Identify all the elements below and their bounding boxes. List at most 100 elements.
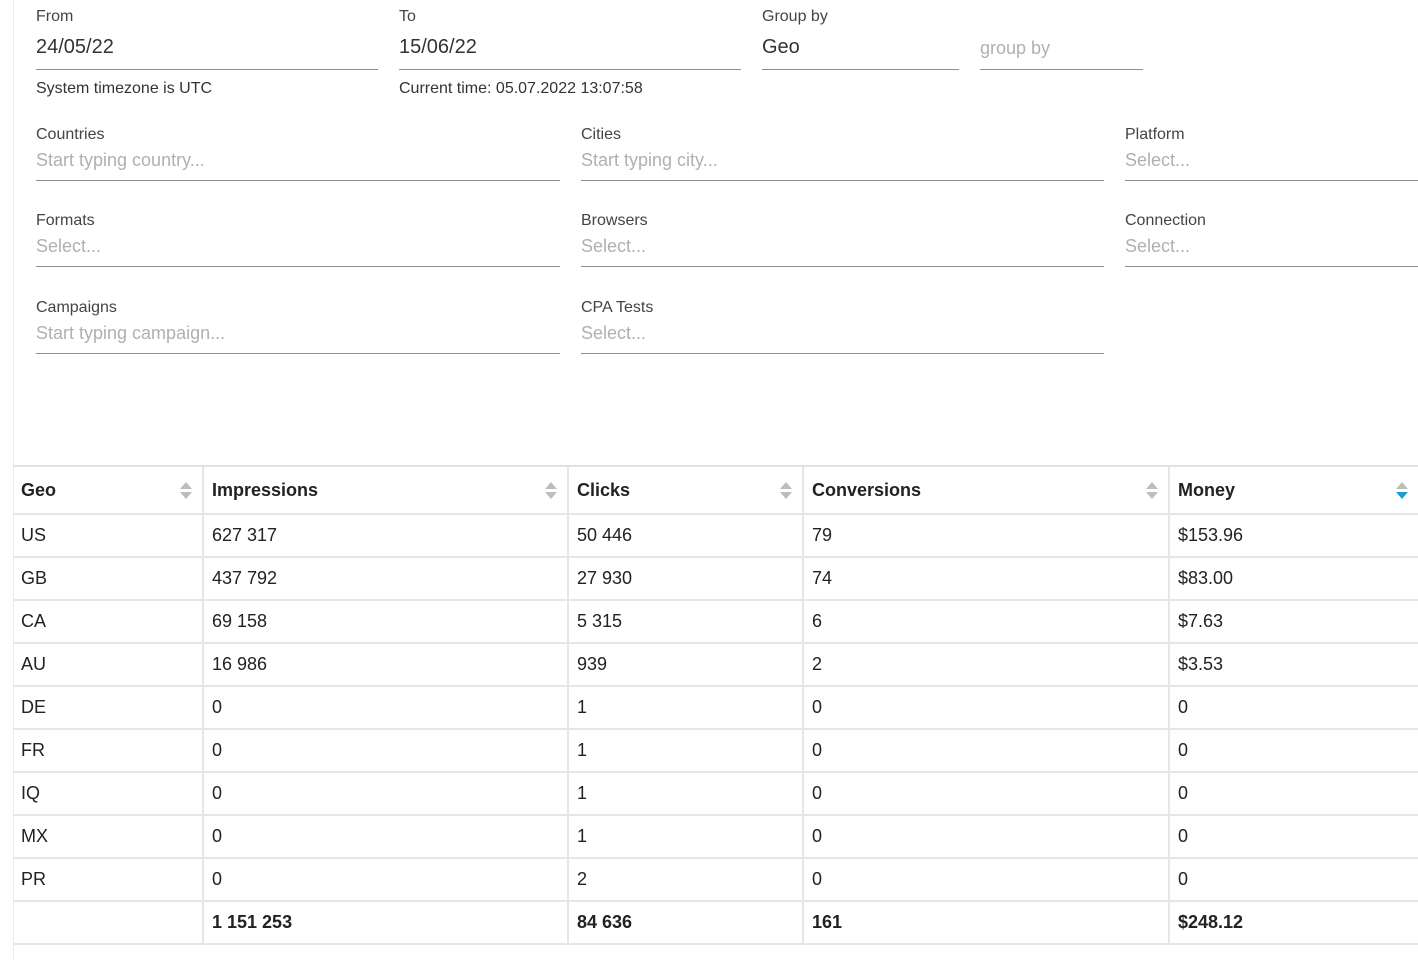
sort-icon[interactable]	[780, 481, 792, 501]
group-by-select[interactable]: Geo	[762, 36, 800, 59]
table-row: PR 0 2 0 0	[13, 858, 1418, 902]
formats-select[interactable]: Select...	[36, 236, 101, 257]
to-underline	[399, 69, 741, 70]
connection-filter[interactable]: Connection Select...	[1125, 212, 1418, 272]
column-header-label: Geo	[21, 479, 57, 500]
cities-label: Cities	[581, 126, 622, 143]
total-clicks-cell: 84 636	[568, 901, 804, 945]
impressions-cell: 437 792	[203, 557, 569, 601]
column-header-conversions[interactable]: Conversions	[803, 467, 1170, 515]
clicks-cell: 1	[568, 772, 804, 816]
clicks-cell: 2	[568, 858, 804, 902]
group-by-field[interactable]: Group by Geo	[762, 0, 959, 72]
browsers-filter[interactable]: Browsers Select...	[581, 212, 1104, 272]
campaigns-label: Campaigns	[36, 299, 117, 316]
geo-cell: IQ	[13, 772, 204, 816]
cities-underline	[581, 180, 1104, 181]
money-cell: 0	[1169, 729, 1418, 773]
group-by-underline	[762, 69, 959, 70]
connection-select[interactable]: Select...	[1125, 236, 1190, 257]
conversions-cell: 0	[803, 772, 1170, 816]
sort-icon[interactable]	[545, 481, 557, 501]
stats-table-container: Geo Impressions Clicks Conversions Money	[13, 465, 1418, 945]
cpa-tests-filter[interactable]: CPA Tests Select...	[581, 299, 1104, 359]
money-cell: 0	[1169, 772, 1418, 816]
impressions-cell: 627 317	[203, 514, 569, 558]
from-date-input[interactable]: 24/05/22	[36, 36, 114, 59]
column-header-geo[interactable]: Geo	[13, 467, 204, 515]
cities-input[interactable]: Start typing city...	[581, 150, 718, 171]
sort-desc-active-icon[interactable]	[1396, 481, 1408, 501]
campaigns-underline	[36, 353, 560, 354]
conversions-cell: 6	[803, 600, 1170, 644]
conversions-cell: 2	[803, 643, 1170, 687]
clicks-cell: 27 930	[568, 557, 804, 601]
geo-cell: GB	[13, 557, 204, 601]
sort-icon[interactable]	[1146, 481, 1158, 501]
connection-label: Connection	[1125, 212, 1206, 229]
platform-filter[interactable]: Platform Select...	[1125, 126, 1418, 186]
platform-label: Platform	[1125, 126, 1185, 143]
countries-underline	[36, 180, 560, 181]
column-header-clicks[interactable]: Clicks	[568, 467, 804, 515]
countries-input[interactable]: Start typing country...	[36, 150, 205, 171]
campaigns-filter[interactable]: Campaigns Start typing campaign...	[36, 299, 560, 359]
countries-filter[interactable]: Countries Start typing country...	[36, 126, 560, 186]
total-conversions-cell: 161	[803, 901, 1170, 945]
cpa-tests-select[interactable]: Select...	[581, 323, 646, 344]
conversions-cell: 79	[803, 514, 1170, 558]
table-row: IQ 0 1 0 0	[13, 772, 1418, 816]
clicks-cell: 5 315	[568, 600, 804, 644]
platform-underline	[1125, 180, 1418, 181]
platform-select[interactable]: Select...	[1125, 150, 1190, 171]
secondary-group-by-field[interactable]: group by	[980, 0, 1143, 72]
impressions-cell: 0	[203, 772, 569, 816]
to-date-field[interactable]: To 15/06/22	[399, 0, 741, 72]
table-row: MX 0 1 0 0	[13, 815, 1418, 859]
table-row: GB 437 792 27 930 74 $83.00	[13, 557, 1418, 601]
clicks-cell: 1	[568, 815, 804, 859]
conversions-cell: 74	[803, 557, 1170, 601]
total-money-cell: $248.12	[1169, 901, 1418, 945]
column-header-money[interactable]: Money	[1169, 467, 1418, 515]
secondary-group-by-input[interactable]: group by	[980, 38, 1050, 59]
impressions-cell: 0	[203, 729, 569, 773]
timezone-note: System timezone is UTC	[36, 80, 213, 97]
impressions-cell: 0	[203, 815, 569, 859]
formats-filter[interactable]: Formats Select...	[36, 212, 560, 272]
geo-cell: US	[13, 514, 204, 558]
table-header-row: Geo Impressions Clicks Conversions Money	[13, 467, 1418, 515]
formats-underline	[36, 266, 560, 267]
total-geo-cell	[13, 901, 204, 945]
to-label: To	[399, 8, 416, 25]
table-row: CA 69 158 5 315 6 $7.63	[13, 600, 1418, 644]
from-underline	[36, 69, 378, 70]
money-cell: 0	[1169, 686, 1418, 730]
from-date-field[interactable]: From 24/05/22	[36, 0, 378, 72]
sort-icon[interactable]	[180, 481, 192, 501]
conversions-cell: 0	[803, 729, 1170, 773]
table-row: FR 0 1 0 0	[13, 729, 1418, 773]
conversions-cell: 0	[803, 815, 1170, 859]
impressions-cell: 0	[203, 858, 569, 902]
impressions-cell: 0	[203, 686, 569, 730]
formats-label: Formats	[36, 212, 95, 229]
secondary-group-by-underline	[980, 69, 1143, 70]
column-header-impressions[interactable]: Impressions	[203, 467, 569, 515]
totals-row: 1 151 253 84 636 161 $248.12	[13, 901, 1418, 945]
browsers-label: Browsers	[581, 212, 648, 229]
money-cell: 0	[1169, 858, 1418, 902]
column-header-label: Impressions	[212, 479, 319, 500]
current-time-note: Current time: 05.07.2022 13:07:58	[399, 80, 643, 97]
money-cell: $153.96	[1169, 514, 1418, 558]
cpa-tests-underline	[581, 353, 1104, 354]
clicks-cell: 939	[568, 643, 804, 687]
column-header-label: Money	[1178, 479, 1236, 500]
browsers-select[interactable]: Select...	[581, 236, 646, 257]
cities-filter[interactable]: Cities Start typing city...	[581, 126, 1104, 186]
to-date-input[interactable]: 15/06/22	[399, 36, 477, 59]
countries-label: Countries	[36, 126, 105, 143]
table-row: AU 16 986 939 2 $3.53	[13, 643, 1418, 687]
browsers-underline	[581, 266, 1104, 267]
campaigns-input[interactable]: Start typing campaign...	[36, 323, 225, 344]
